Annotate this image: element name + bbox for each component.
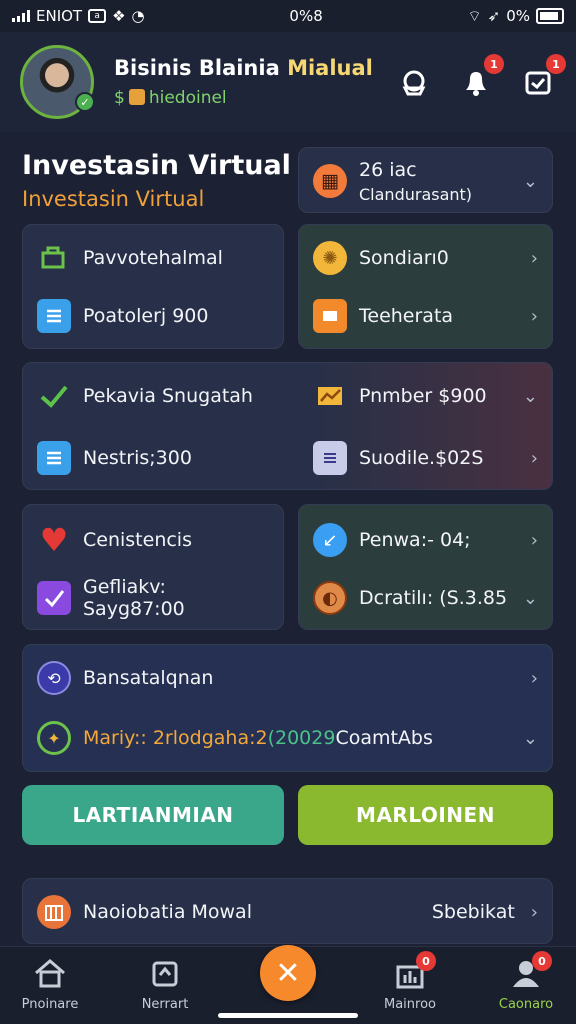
battery-icon bbox=[536, 8, 564, 24]
close-icon: ✕ bbox=[275, 955, 301, 991]
document-icon bbox=[37, 299, 71, 333]
list-item[interactable]: ♥ Cenistencis bbox=[23, 515, 283, 565]
app-icon: a bbox=[88, 9, 107, 23]
list-item[interactable]: Gefliakv: Sayg87:00 bbox=[23, 573, 283, 623]
verified-check-icon: ✓ bbox=[75, 92, 95, 112]
list-item[interactable]: Poatolerj 900 bbox=[23, 291, 283, 341]
avatar[interactable]: ✓ bbox=[20, 45, 95, 119]
home-indicator bbox=[218, 1013, 358, 1018]
list-item[interactable]: Suodile.$02S › bbox=[299, 433, 552, 483]
chevron-right-icon: › bbox=[530, 447, 538, 469]
wallet-icon bbox=[128, 89, 145, 105]
profile-subtitle: $ hiedoinel bbox=[114, 88, 227, 108]
compass-icon: ◐ bbox=[313, 581, 347, 615]
notifications-button[interactable]: 1 bbox=[458, 54, 504, 100]
signal-icon bbox=[12, 10, 30, 22]
tab-home[interactable]: Pnoinare bbox=[0, 955, 100, 1012]
card-portfolio: Pavvotehalmal Poatolerj 900 bbox=[22, 224, 284, 349]
send-icon: ➶ bbox=[487, 7, 501, 25]
status-bar: ENIOT a ❖ ◔ 0%8 ⌔ ➶ 0% bbox=[0, 0, 576, 32]
bottom-card-value: Sbebikat bbox=[431, 901, 515, 923]
chevron-right-icon: › bbox=[530, 305, 538, 327]
card-savings: ✺ Sondiarı0 › Teeherata › bbox=[298, 224, 553, 349]
checkmark-icon bbox=[37, 379, 71, 413]
list-item[interactable]: Pekavia Snugatah bbox=[23, 371, 299, 421]
leaf-icon: ✦ bbox=[37, 721, 71, 755]
list-item[interactable]: ⟲ Bansatalqnan › bbox=[23, 653, 552, 703]
section-title: Investasin Virtual Investasin Virtual bbox=[22, 150, 291, 211]
list-icon bbox=[37, 441, 71, 475]
sun-icon: ✺ bbox=[313, 241, 347, 275]
profile-header: ✓ Bisinis Blainia Mialual $ hiedoinel 1 1 bbox=[0, 32, 576, 132]
wallet-tab-icon bbox=[152, 961, 178, 987]
list-item[interactable]: Nestris;300 bbox=[23, 433, 299, 483]
profile-badge: 0 bbox=[532, 951, 552, 971]
chevron-down-icon: ⌄ bbox=[522, 587, 538, 609]
chevron-down-icon: ⌄ bbox=[522, 170, 538, 192]
card-settings: ↙ Penwa:- 04; › ◐ Dcratilı: (S.3.85 ⌄ bbox=[298, 504, 553, 630]
clock: 0%8 bbox=[289, 7, 323, 25]
wifi-icon: ◔ bbox=[131, 7, 145, 25]
chevron-right-icon: › bbox=[530, 247, 538, 269]
chevron-right-icon: › bbox=[530, 901, 538, 923]
bag-icon bbox=[313, 299, 347, 333]
right-action-button[interactable]: MARLOINEN bbox=[298, 785, 553, 845]
card-manual[interactable]: Naoiobatia Mowal Sbebikat › bbox=[22, 878, 553, 944]
bottom-tab-bar: Pnoinare Nerrart ✕ 0 Mainroo 0 Caonaro bbox=[0, 945, 576, 1024]
card-balance: ⟲ Bansatalqnan › ✦ Mariy:: 2rlodgaha:2 (… bbox=[22, 644, 553, 772]
carrier-label: ENIOT bbox=[36, 7, 83, 25]
battery-percent: 0% bbox=[506, 7, 530, 25]
left-action-button[interactable]: LARTIANMIAN bbox=[22, 785, 284, 845]
chevron-down-icon: ⌄ bbox=[522, 727, 538, 749]
list-item[interactable]: ◐ Dcratilı: (S.3.85 ⌄ bbox=[299, 573, 552, 623]
reports-badge: 0 bbox=[416, 951, 436, 971]
tab-wallet[interactable]: Nerrart bbox=[115, 955, 215, 1012]
inbox-button[interactable]: 1 bbox=[520, 54, 566, 100]
headset-icon bbox=[402, 70, 426, 96]
top-card-sublabel: Clandurasant) bbox=[359, 184, 473, 204]
wifi-status-icon: ⌔ bbox=[467, 6, 482, 25]
sync-icon: ⟲ bbox=[37, 661, 71, 695]
inbox-badge: 1 bbox=[546, 54, 566, 74]
list-item[interactable]: ↙ Penwa:- 04; › bbox=[299, 515, 552, 565]
list-item[interactable]: ✦ Mariy:: 2rlodgaha:2 (20029 CoamtAbs ⌄ bbox=[23, 713, 552, 763]
building-icon bbox=[37, 895, 71, 929]
tab-profile[interactable]: 0 Caonaro bbox=[476, 951, 576, 1012]
card-preferences: ♥ Cenistencis Gefliakv: Sayg87:00 bbox=[22, 504, 284, 630]
list-item[interactable]: ✺ Sondiarı0 › bbox=[299, 233, 552, 283]
list-item[interactable]: Pavvotehalmal bbox=[23, 233, 283, 283]
list-item[interactable]: Teeherata › bbox=[299, 291, 552, 341]
card-transactions: Pekavia Snugatah Nestris;300 Pnmber $900… bbox=[22, 362, 553, 490]
arrow-icon: ↙ bbox=[313, 523, 347, 557]
chevron-right-icon: › bbox=[530, 529, 538, 551]
top-card-label: 26 iac bbox=[359, 158, 417, 181]
calendar-icon: ▦ bbox=[313, 164, 347, 198]
tab-reports[interactable]: 0 Mainroo bbox=[360, 951, 460, 1012]
notification-badge: 1 bbox=[484, 54, 504, 74]
list-item[interactable]: Pnmber $900 ⌄ bbox=[299, 371, 552, 421]
clipboard-icon bbox=[313, 441, 347, 475]
bottom-card-label: Naoiobatia Mowal bbox=[83, 901, 252, 923]
date-selector-card[interactable]: ▦ 26 iac Clandurasant) ⌄ bbox=[298, 147, 553, 213]
briefcase-icon bbox=[37, 241, 71, 275]
chevron-down-icon: ⌄ bbox=[522, 385, 538, 407]
close-fab-button[interactable]: ✕ bbox=[260, 945, 316, 1001]
location-icon: ❖ bbox=[112, 7, 126, 25]
heart-icon: ♥ bbox=[39, 521, 69, 559]
chart-icon bbox=[313, 379, 347, 413]
chevron-right-icon: › bbox=[530, 667, 538, 689]
task-check-icon bbox=[37, 581, 71, 615]
support-button[interactable] bbox=[396, 64, 432, 100]
profile-title: Bisinis Blainia Mialual bbox=[114, 56, 373, 80]
home-icon bbox=[35, 959, 65, 988]
